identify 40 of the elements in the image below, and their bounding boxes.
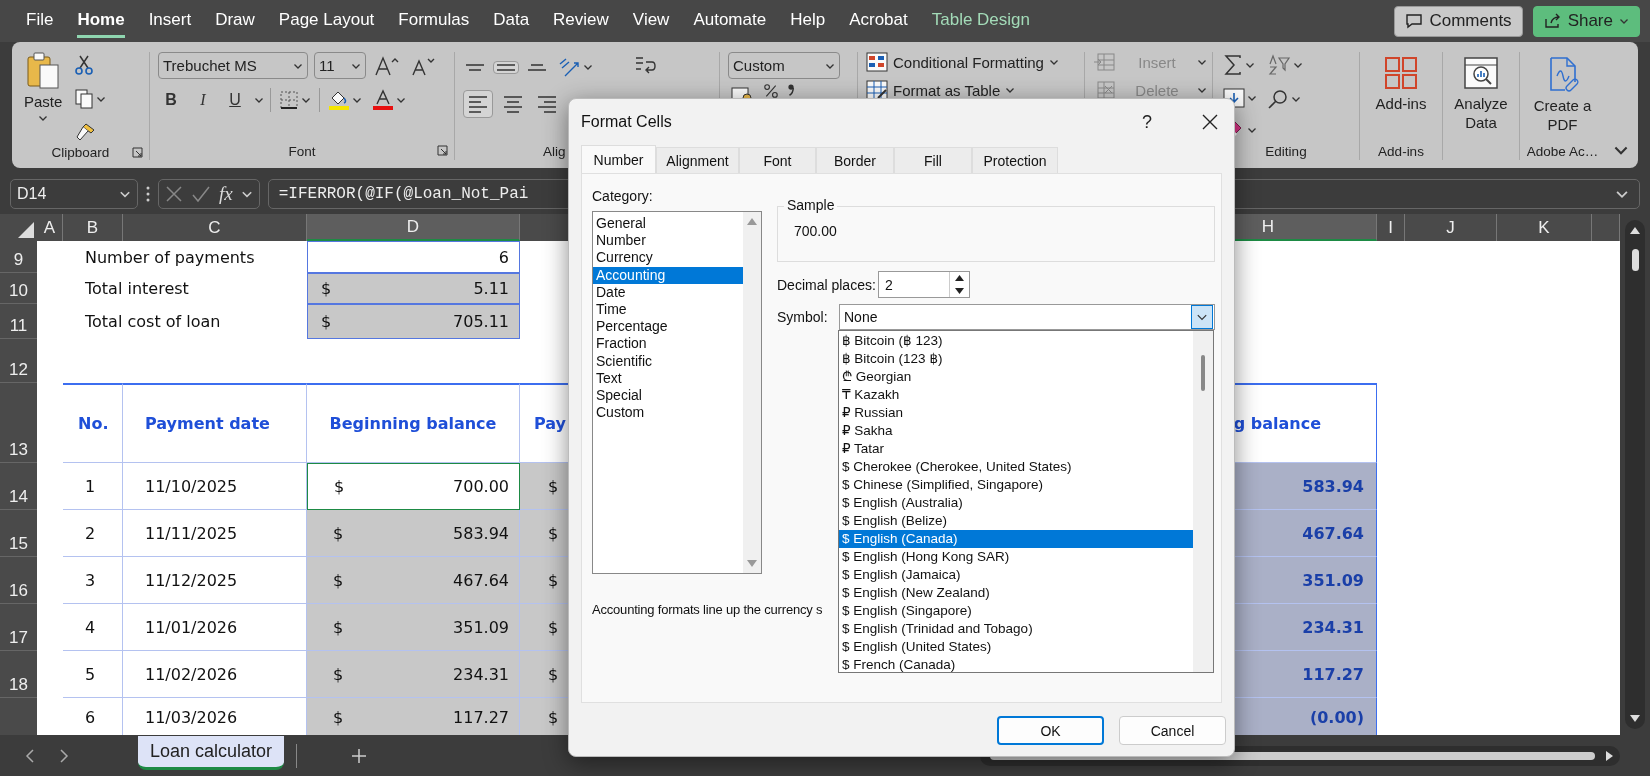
cell-value: 234.31 [453,664,509,684]
cell-value: 583.94 [453,523,509,543]
table-cell: 4 [63,604,123,651]
cell-value: 6 [498,247,509,267]
table-cell: 3 [63,557,123,604]
cell-value: 351.09 [453,617,509,637]
group-label: Font [288,143,316,159]
field-label: Symbol: [777,309,829,325]
cell-text: Number of payments [84,246,256,269]
group-label: Adobe Ac… [1526,143,1599,159]
field-label: Decimal places: [777,276,873,293]
cell-value: 5.11 [473,279,509,298]
cell-value: 117.27 [453,708,509,727]
table-cell: 2 [63,510,123,557]
currency-symbol: $ [334,477,345,496]
group-label: Editing [1265,143,1307,159]
currency-symbol: $ [333,708,344,727]
group-label: Add-ins [1378,143,1424,159]
table-cell: 5 [63,651,123,698]
currency-symbol: $ [333,664,344,684]
sample-value: 700.00 [794,223,837,239]
description-text: Accounting formats line up the currency s [592,602,823,618]
column-heading: No. [63,383,123,463]
group-label: Clipboard [51,144,110,160]
dialog-title: Format Cells [581,113,673,131]
currency-symbol: $ [333,570,344,590]
column-heading: Payment date [123,383,307,463]
cell-text: Total interest [84,278,190,300]
group-label: Alig [543,143,566,159]
field-label: Category: [592,188,654,206]
currency-symbol: $ [333,617,344,637]
currency-symbol: $ [333,523,344,543]
group-label: Sample [784,197,838,213]
cell-value: 467.64 [453,570,509,590]
cell-value: 705.11 [453,312,509,331]
cell-text: Total cost of loan [84,311,222,333]
currency-symbol: $ [321,312,332,331]
cell-value: 700.00 [453,477,509,496]
currency-symbol: $ [321,279,332,298]
table-cell: 1 [63,463,123,510]
